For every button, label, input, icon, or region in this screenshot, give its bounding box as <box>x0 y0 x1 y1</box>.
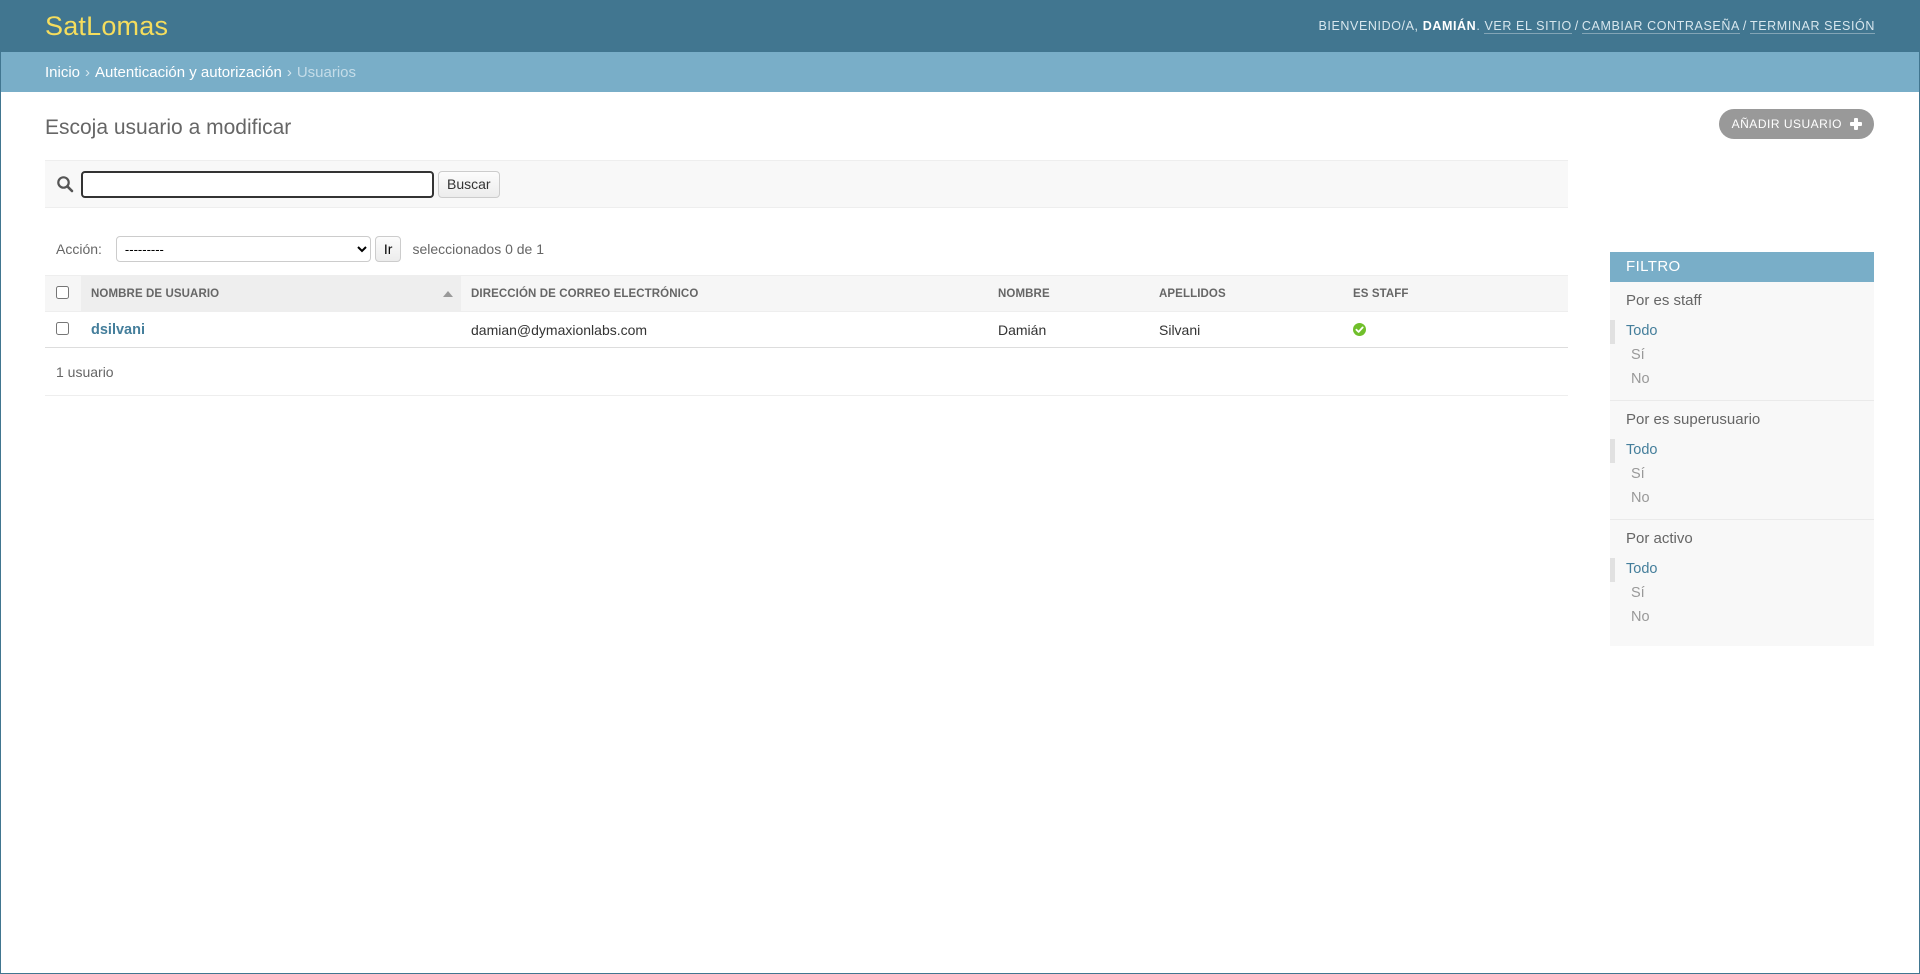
table-row: dsilvani damian@dymaxionlabs.com Damián … <box>45 311 1568 348</box>
filter-link-no[interactable]: No <box>1631 371 1650 387</box>
plus-icon <box>1850 118 1862 130</box>
filter-option-all: Todo <box>1610 558 1874 582</box>
column-header-is-staff[interactable]: Es staff <box>1343 275 1568 312</box>
filter-link-no[interactable]: No <box>1631 609 1650 625</box>
column-header-first-name[interactable]: Nombre <box>988 275 1149 312</box>
header: SatLomas Bienvenido/a, Damián. Ver el si… <box>1 0 1919 52</box>
first-name-cell: Damián <box>988 311 1149 348</box>
change-password-link[interactable]: Cambiar contraseña <box>1581 19 1740 34</box>
search-toolbar: Buscar <box>45 160 1568 208</box>
filter-group-staff: Por es staff Todo Sí No <box>1610 282 1874 401</box>
filter-link-all[interactable]: Todo <box>1626 442 1657 458</box>
filter-link-no[interactable]: No <box>1631 490 1650 506</box>
filter-group-title: Por es superusuario <box>1626 411 1761 428</box>
filter-option-yes: Sí <box>1610 463 1874 487</box>
column-header-label: Nombre de usuario <box>91 287 220 300</box>
breadcrumb-home[interactable]: Inicio <box>45 64 80 81</box>
view-site-link[interactable]: Ver el sitio <box>1484 19 1572 34</box>
filter-group-superuser: Por es superusuario Todo Sí No <box>1610 401 1874 520</box>
welcome-text: Bienvenido/a, <box>1318 19 1419 33</box>
filter-link-yes[interactable]: Sí <box>1631 585 1645 601</box>
breadcrumb: Inicio › Autenticación y autorización › … <box>1 52 1919 92</box>
result-table: Nombre de usuario Dirección de correo el… <box>45 275 1568 348</box>
filter-group-active: Por activo Todo Sí No <box>1610 520 1874 638</box>
logout-link[interactable]: Terminar sesión <box>1750 19 1875 34</box>
column-header-email[interactable]: Dirección de correo electrónico <box>461 275 988 312</box>
filter-option-no: No <box>1610 606 1874 630</box>
sort-ascending-icon[interactable] <box>443 291 453 297</box>
filter-option-all: Todo <box>1610 320 1874 344</box>
page: SatLomas Bienvenido/a, Damián. Ver el si… <box>0 0 1920 974</box>
action-label: Acción: <box>56 241 102 257</box>
filter-option-yes: Sí <box>1610 344 1874 368</box>
column-header-last-name[interactable]: Apellidos <box>1149 275 1343 312</box>
last-name-cell: Silvani <box>1149 311 1343 348</box>
add-user-label: Añadir usuario <box>1731 117 1842 131</box>
filter-option-no: No <box>1610 487 1874 511</box>
paginator: 1 usuario <box>45 348 1568 396</box>
user-name: Damián <box>1422 19 1477 33</box>
user-tools: Bienvenido/a, Damián. Ver el sitio / Cambi… <box>1318 19 1875 34</box>
row-select-cell <box>45 311 81 348</box>
is-staff-cell <box>1343 311 1568 348</box>
breadcrumb-auth[interactable]: Autenticación y autorización <box>95 64 282 81</box>
search-button[interactable]: Buscar <box>438 170 500 198</box>
action-counter: seleccionados 0 de 1 <box>412 241 545 257</box>
filter-option-all: Todo <box>1610 439 1874 463</box>
email-cell: damian@dymaxionlabs.com <box>461 311 988 348</box>
row-checkbox[interactable] <box>56 321 69 335</box>
filter-link-yes[interactable]: Sí <box>1631 347 1645 363</box>
select-all-checkbox[interactable] <box>56 285 69 299</box>
action-select[interactable]: --------- <box>115 236 371 262</box>
yes-check-icon <box>1353 323 1366 336</box>
go-button[interactable]: Ir <box>374 236 402 262</box>
column-header-username[interactable]: Nombre de usuario <box>81 275 461 312</box>
filter-link-all[interactable]: Todo <box>1626 561 1657 577</box>
search-input[interactable] <box>81 170 434 198</box>
username-cell: dsilvani <box>81 311 461 348</box>
filter-link-yes[interactable]: Sí <box>1631 466 1645 482</box>
filter-title: Filtro <box>1610 252 1874 282</box>
actions-bar: Acción: --------- Ir seleccionados 0 de … <box>45 235 1568 263</box>
filter-option-yes: Sí <box>1610 582 1874 606</box>
username-link[interactable]: dsilvani <box>91 322 145 338</box>
page-title: Escoja usuario a modificar <box>45 116 292 139</box>
filter-group-title: Por activo <box>1626 530 1693 547</box>
select-all-cell <box>45 275 81 312</box>
filter-sidebar: Filtro Por es staff Todo Sí No Por es su… <box>1610 252 1874 646</box>
filter-link-all[interactable]: Todo <box>1626 323 1657 339</box>
filter-group-title: Por es staff <box>1626 292 1702 309</box>
breadcrumb-current: Usuarios <box>296 63 356 81</box>
filter-option-no: No <box>1610 368 1874 392</box>
add-user-button[interactable]: Añadir usuario <box>1718 109 1874 139</box>
site-name[interactable]: SatLomas <box>45 11 168 42</box>
changelist: Buscar Acción: --------- Ir seleccionado… <box>45 160 1568 396</box>
table-header-row: Nombre de usuario Dirección de correo el… <box>45 275 1568 312</box>
search-icon <box>57 176 74 193</box>
